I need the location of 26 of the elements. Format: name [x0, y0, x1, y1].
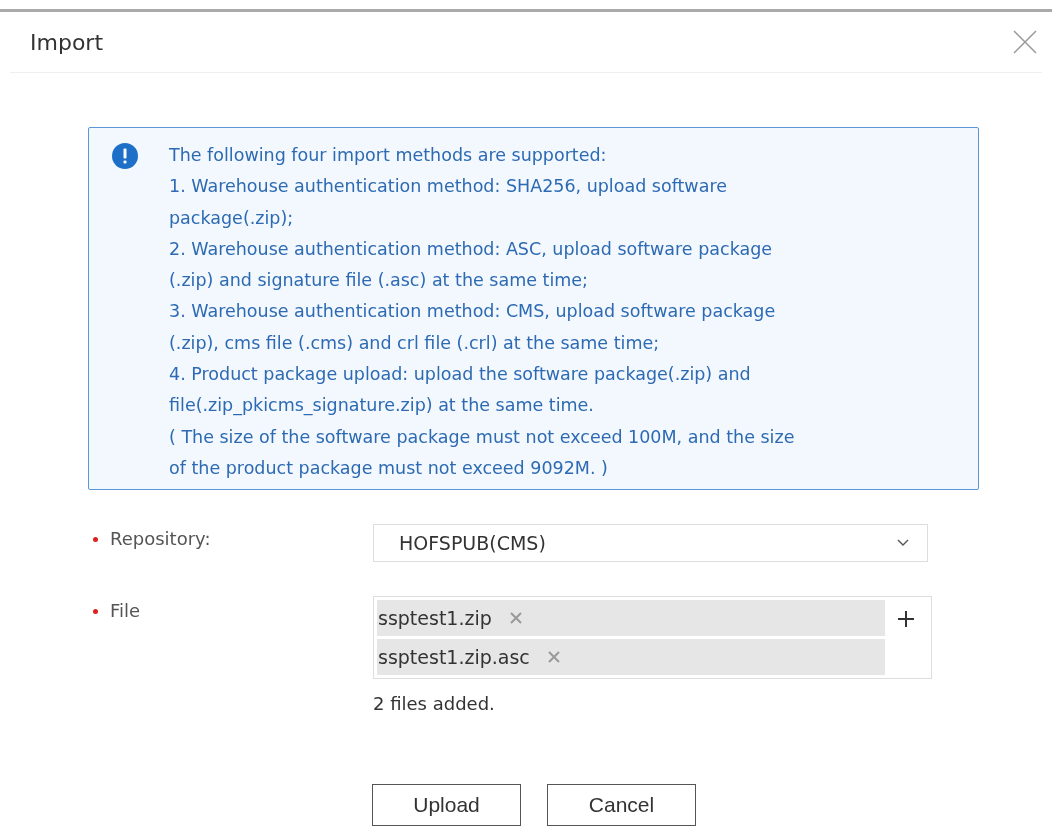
- remove-icon[interactable]: [509, 612, 522, 624]
- notice-text: file(.zip_pkicms_signature.zip) at the same time.: [169, 394, 595, 418]
- repository-dropdown[interactable]: HOFSPUB(CMS): [373, 524, 928, 562]
- notice-text: 1. Warehouse authentication method: SHA256, upload software: [169, 175, 728, 199]
- notice-text: 3. Warehouse authentication method: CMS, upload software package: [169, 300, 777, 324]
- info-icon: [112, 143, 138, 169]
- dialog-title: Import: [30, 29, 103, 55]
- close-icon[interactable]: [1012, 29, 1038, 55]
- notice-text: (.zip), cms file (.cms) and crl file (.crl) at the same time;: [169, 331, 661, 355]
- add-icon[interactable]: [897, 610, 915, 628]
- remove-icon[interactable]: [547, 651, 560, 663]
- notice-text: (.zip) and signature file (.asc) at the same time;: [169, 269, 589, 293]
- notice-text: ( The size of the software package must not exceed 100M, and the size: [169, 425, 795, 449]
- field-label: Repository:: [110, 528, 211, 549]
- file-name: ssptest1.zip: [378, 607, 492, 629]
- file-name: ssptest1.zip.asc: [378, 646, 530, 668]
- cancel-button[interactable]: Cancel: [547, 784, 696, 826]
- notice-text: of the product package must not exceed 9092M. ): [169, 456, 609, 480]
- field-label: File: [110, 600, 141, 621]
- notice-text: 2. Warehouse authentication method: ASC, upload software package: [169, 237, 774, 261]
- notice-text: 4. Product package upload: upload the software package(.zip) and: [169, 363, 752, 387]
- notice-text: The following four import methods are supported:: [169, 144, 608, 167]
- chevron-down-icon: [897, 539, 909, 547]
- upload-button[interactable]: Upload: [372, 784, 521, 826]
- file-count-text: 2 files added.: [373, 693, 496, 714]
- notice-text: package(.zip);: [169, 206, 295, 230]
